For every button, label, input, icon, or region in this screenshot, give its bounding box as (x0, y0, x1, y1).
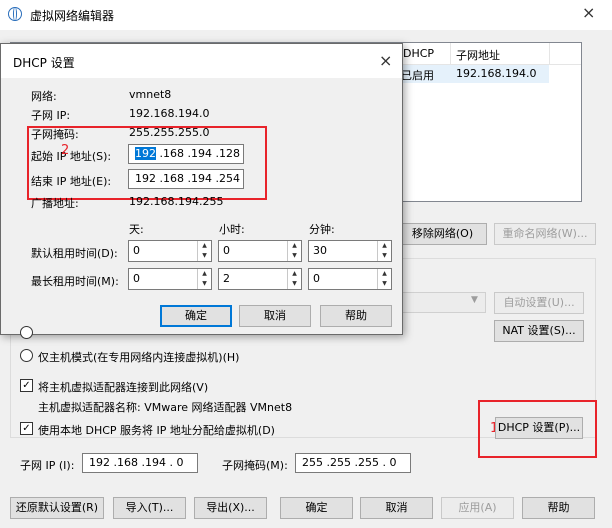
restore-defaults-button[interactable]: 还原默认设置(R) (10, 497, 104, 519)
max-lease-hours: 2 (223, 272, 230, 285)
spinner-arrows-icon[interactable]: ▲ ▼ (377, 269, 391, 289)
main-ok-button[interactable]: 确定 (280, 497, 353, 519)
spinner-arrows-icon[interactable]: ▲ ▼ (197, 269, 211, 289)
column-divider (450, 43, 451, 65)
use-dhcp-checkbox[interactable]: ✓ (20, 422, 33, 435)
max-lease-label: 最长租用时间(M): (31, 275, 119, 288)
export-button[interactable]: 导出(X)... (194, 497, 267, 519)
dhcp-ok-button[interactable]: 确定 (160, 305, 232, 327)
main-title-bar: 虚拟网络编辑器 × (0, 0, 612, 30)
spinner-arrows-icon[interactable]: ▲ ▼ (287, 269, 301, 289)
default-lease-hours-spinner[interactable]: 0 ▲ ▼ (218, 240, 302, 262)
column-header-subnet[interactable]: 子网地址 (456, 47, 500, 63)
subnet-ip-label: 子网 IP: (31, 109, 71, 122)
broadcast-label: 广播地址: (31, 197, 79, 210)
subnet-ip-field[interactable]: 192 .168 .194 . 0 (82, 453, 198, 473)
auto-settings-button[interactable]: 自动设置(U)... (494, 292, 584, 314)
column-divider (549, 43, 550, 65)
chevron-down-icon: ▼ (471, 295, 478, 305)
max-lease-days-spinner[interactable]: 0 ▲ ▼ (128, 268, 212, 290)
rename-network-button[interactable]: 重命名网络(W)... (494, 223, 596, 245)
subnet-mask-field[interactable]: 255 .255 .255 . 0 (295, 453, 411, 473)
network-value: vmnet8 (129, 88, 172, 101)
default-lease-days-spinner[interactable]: 0 ▲ ▼ (128, 240, 212, 262)
max-lease-hours-spinner[interactable]: 2 ▲ ▼ (218, 268, 302, 290)
host-only-label[interactable]: 仅主机模式(在专用网络内连接虚拟机)(H) (38, 349, 239, 365)
default-lease-minutes: 30 (313, 244, 327, 257)
connect-adapter-label[interactable]: 将主机虚拟适配器连接到此网络(V) (38, 379, 208, 395)
dhcp-help-button[interactable]: 帮助 (320, 305, 392, 327)
nat-radio-partial[interactable] (20, 326, 33, 339)
main-help-button[interactable]: 帮助 (522, 497, 595, 519)
dhcp-cancel-button[interactable]: 取消 (239, 305, 311, 327)
subnet-ip-label: 子网 IP (I): (20, 459, 75, 472)
dhcp-settings-button[interactable]: DHCP 设置(P)... (495, 417, 583, 439)
main-cancel-button[interactable]: 取消 (360, 497, 433, 519)
days-header: 天: (129, 223, 144, 236)
adapter-name-text: 主机虚拟适配器名称: VMware 网络适配器 VMnet8 (38, 401, 293, 414)
column-header-dhcp[interactable]: DHCP (403, 47, 434, 60)
use-dhcp-label[interactable]: 使用本地 DHCP 服务将 IP 地址分配给虚拟机(D) (38, 422, 275, 438)
main-close-button[interactable]: × (582, 3, 595, 22)
subnet-mask-label: 子网掩码(M): (222, 459, 288, 472)
connect-adapter-checkbox[interactable]: ✓ (20, 379, 33, 392)
dhcp-title-bar: DHCP 设置 × (1, 44, 402, 78)
max-lease-days: 0 (133, 272, 140, 285)
import-button[interactable]: 导入(T)... (113, 497, 186, 519)
nat-settings-button[interactable]: NAT 设置(S)... (494, 320, 584, 342)
dhcp-dialog-title: DHCP 设置 (13, 56, 75, 70)
apply-button[interactable]: 应用(A) (441, 497, 514, 519)
max-lease-minutes: 0 (313, 272, 320, 285)
bridge-select[interactable]: ▼ (400, 292, 486, 313)
spinner-arrows-icon[interactable]: ▲ ▼ (377, 241, 391, 261)
default-lease-days: 0 (133, 244, 140, 257)
host-only-radio[interactable] (20, 349, 33, 362)
row-dhcp: 已启用 (401, 69, 434, 82)
hours-header: 小时: (219, 223, 245, 236)
default-lease-label: 默认租用时间(D): (31, 247, 118, 260)
network-label: 网络: (31, 90, 57, 103)
globe-icon-meridian (13, 7, 17, 21)
default-lease-hours: 0 (223, 244, 230, 257)
dhcp-dialog: DHCP 设置 × 网络: vmnet8 子网 IP: 192.168.194.… (0, 43, 403, 335)
row-subnet: 192.168.194.0 (456, 67, 537, 80)
dhcp-close-button[interactable]: × (379, 51, 392, 70)
subnet-ip-value: 192.168.194.0 (129, 107, 210, 120)
spinner-arrows-icon[interactable]: ▲ ▼ (287, 241, 301, 261)
max-lease-minutes-spinner[interactable]: 0 ▲ ▼ (308, 268, 392, 290)
annotation-box-ip-range (27, 126, 267, 200)
default-lease-minutes-spinner[interactable]: 30 ▲ ▼ (308, 240, 392, 262)
spinner-arrows-icon[interactable]: ▲ ▼ (197, 241, 211, 261)
broadcast-value: 192.168.194.255 (129, 195, 224, 208)
remove-network-button[interactable]: 移除网络(O) (398, 223, 487, 245)
minutes-header: 分钟: (309, 223, 335, 236)
main-window-title: 虚拟网络编辑器 (30, 9, 115, 23)
